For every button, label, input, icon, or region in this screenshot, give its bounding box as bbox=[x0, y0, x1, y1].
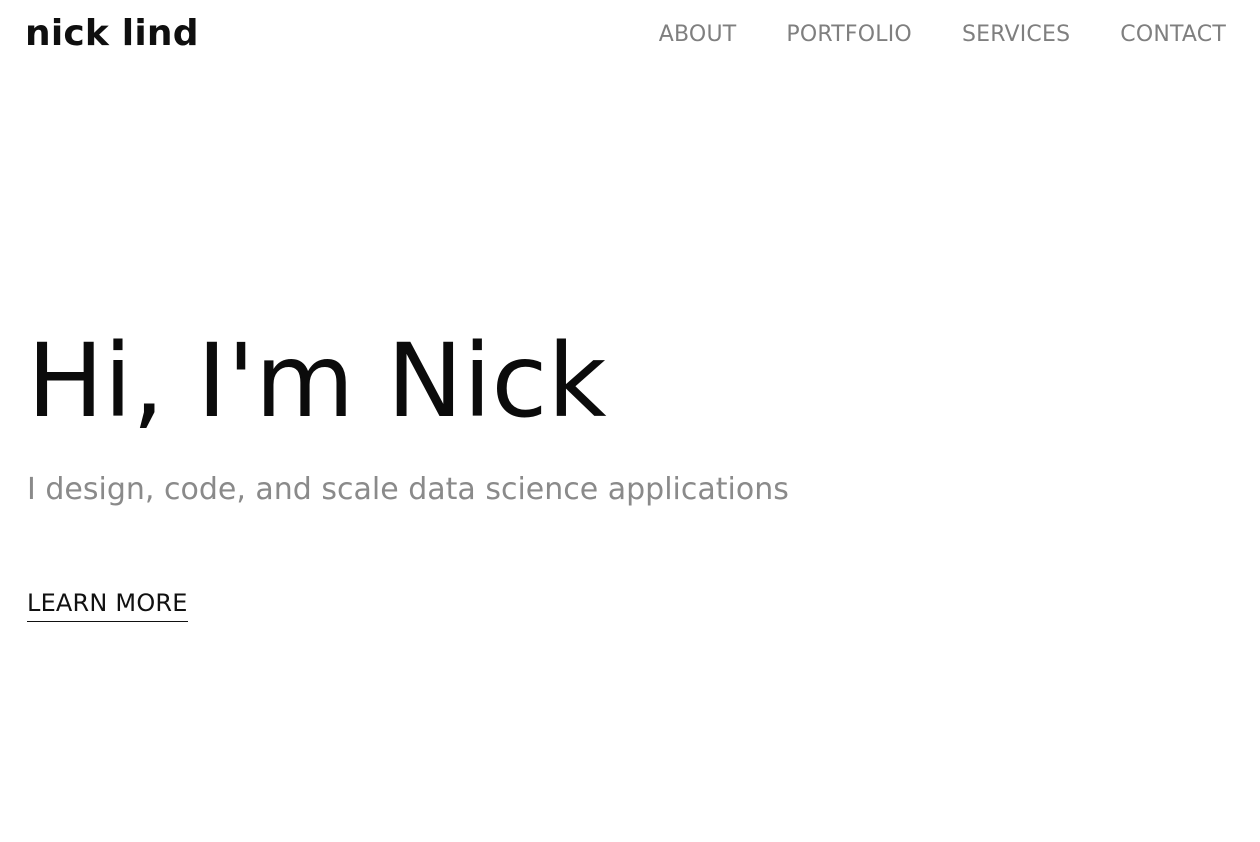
hero-section: Hi, I'm Nick I design, code, and scale d… bbox=[27, 320, 1127, 512]
site-header: nick lind ABOUT PORTFOLIO SERVICES CONTA… bbox=[0, 0, 1260, 70]
main-nav: ABOUT PORTFOLIO SERVICES CONTACT bbox=[659, 18, 1226, 52]
nav-link-about[interactable]: ABOUT bbox=[659, 18, 737, 52]
hero-title: Hi, I'm Nick bbox=[27, 322, 607, 441]
nav-link-contact[interactable]: CONTACT bbox=[1120, 18, 1226, 52]
nav-link-portfolio[interactable]: PORTFOLIO bbox=[786, 18, 912, 52]
nav-link-services[interactable]: SERVICES bbox=[962, 18, 1070, 52]
hero-subtitle: I design, code, and scale data science a… bbox=[27, 472, 789, 507]
site-logo[interactable]: nick lind bbox=[25, 12, 199, 56]
learn-more-link[interactable]: LEARN MORE bbox=[27, 588, 188, 622]
